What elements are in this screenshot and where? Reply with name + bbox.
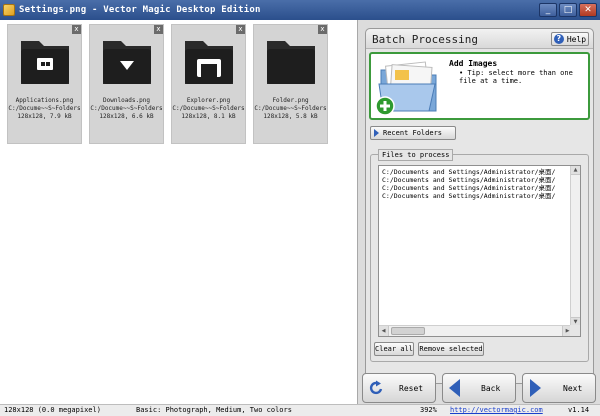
remove-icon[interactable]: x [236, 25, 245, 34]
gallery-item-explorer[interactable]: x Explorer.png C:/Docume~~S~Folders 128x… [171, 24, 246, 144]
downloads-folder-icon [103, 41, 151, 84]
image-info: 128x128 (0.0 megapixel) [4, 406, 101, 414]
list-item[interactable]: C:/Documents and Settings/Administrator/… [379, 184, 580, 192]
reset-icon [369, 380, 383, 395]
window-title: Settings.png - Vector Magic Desktop Edit… [19, 5, 261, 15]
close-button[interactable]: ✕ [579, 3, 597, 17]
help-button[interactable]: ? Help [551, 32, 589, 46]
batch-processing-box: Batch Processing ? Help Add Images • Tip… [365, 28, 594, 384]
list-item[interactable]: C:/Documents and Settings/Administrator/… [379, 176, 580, 184]
file-size: 128x128, 8.1 kB [181, 113, 236, 120]
gallery-item-folder[interactable]: x Folder.png C:/Docume~~S~Folders 128x12… [253, 24, 328, 144]
batch-panel: Batch Processing ? Help Add Images • Tip… [357, 20, 600, 404]
gallery-item-caption: Folder.png C:/Docume~~S~Folders 128x128,… [254, 97, 327, 121]
add-images-title: Add Images [449, 59, 498, 68]
image-gallery: x Applications.png C:/Docume~~S~Folders … [3, 20, 355, 404]
files-group-label: Files to process [378, 149, 454, 161]
minimize-button[interactable]: _ [539, 3, 557, 17]
panel-title: Batch Processing [372, 33, 478, 46]
file-path: C:/Docume~~S~Folders [90, 105, 163, 112]
file-path: C:/Docume~~S~Folders [254, 105, 327, 112]
play-arrow-icon [374, 129, 379, 137]
batch-header: Batch Processing ? Help [366, 29, 593, 49]
scrollbar-thumb[interactable] [391, 327, 425, 335]
back-button[interactable]: Back [442, 373, 516, 403]
back-arrow-icon [449, 379, 460, 397]
file-name: Explorer.png [186, 97, 231, 104]
gallery-item-downloads[interactable]: x Downloads.png C:/Docume~~S~Folders 128… [89, 24, 164, 144]
help-label: Help [566, 34, 587, 44]
reset-label: Reset [399, 383, 424, 393]
files-list[interactable]: C:/Documents and Settings/Administrator/… [378, 165, 581, 337]
list-item[interactable]: C:/Documents and Settings/Administrator/… [379, 168, 580, 176]
gallery-item-caption: Applications.png C:/Docume~~S~Folders 12… [8, 97, 81, 121]
clear-all-button[interactable]: Clear all [374, 342, 414, 356]
window-controls: _ □ ✕ [539, 3, 597, 17]
gallery-item-caption: Downloads.png C:/Docume~~S~Folders 128x1… [90, 97, 163, 121]
vertical-scrollbar[interactable]: ▲ ▼ [570, 166, 580, 326]
recent-folders-button[interactable]: Recent Folders [370, 126, 456, 140]
recent-folders-label: Recent Folders [383, 129, 443, 137]
remove-icon[interactable]: x [72, 25, 81, 34]
next-label: Next [563, 383, 583, 393]
file-name: Applications.png [15, 97, 74, 104]
add-images-button[interactable]: Add Images • Tip: select more than one f… [369, 52, 590, 120]
explorer-folder-icon [185, 41, 233, 84]
next-arrow-icon [530, 379, 541, 397]
next-button[interactable]: Next [522, 373, 596, 403]
horizontal-scrollbar[interactable]: ◀ ▶ [379, 325, 572, 336]
file-path: C:/Docume~~S~Folders [8, 105, 81, 112]
folder-icon [267, 41, 315, 84]
remove-icon[interactable]: x [318, 25, 327, 34]
file-size: 128x128, 5.8 kB [263, 113, 318, 120]
remove-icon[interactable]: x [154, 25, 163, 34]
status-bar: 128x128 (0.0 megapixel) Basic: Photograp… [0, 404, 600, 416]
app-icon [3, 4, 15, 16]
scrollbar-corner [570, 325, 580, 336]
gallery-item-applications[interactable]: x Applications.png C:/Docume~~S~Folders … [7, 24, 82, 144]
version-label: v1.14 [568, 406, 590, 414]
scroll-left-icon[interactable]: ◀ [379, 326, 389, 336]
website-link[interactable]: http://vectormagic.com [450, 405, 543, 416]
add-images-tip: • Tip: select more than one file at a ti… [459, 69, 573, 85]
file-size: 128x128, 7.9 kB [17, 113, 72, 120]
files-to-process-group: Files to process C:/Documents and Settin… [370, 149, 589, 362]
file-size: 128x128, 6.6 kB [99, 113, 154, 120]
title-bar: Settings.png - Vector Magic Desktop Edit… [0, 0, 600, 20]
remove-selected-button[interactable]: Remove selected [418, 342, 484, 356]
trace-mode: Basic: Photograph, Medium, Two colors [136, 406, 292, 414]
list-item[interactable]: C:/Documents and Settings/Administrator/… [379, 192, 580, 200]
reset-button[interactable]: Reset [362, 373, 436, 403]
zoom-level: 392% [420, 406, 437, 414]
back-label: Back [481, 383, 501, 393]
file-name: Downloads.png [103, 97, 150, 104]
scroll-up-icon[interactable]: ▲ [571, 166, 580, 175]
help-icon: ? [553, 34, 564, 44]
gallery-item-caption: Explorer.png C:/Docume~~S~Folders 128x12… [172, 97, 245, 121]
file-name: Folder.png [272, 97, 309, 104]
add-folder-icon [375, 61, 437, 116]
maximize-button[interactable]: □ [559, 3, 577, 17]
applications-folder-icon [21, 41, 69, 84]
file-path: C:/Docume~~S~Folders [172, 105, 245, 112]
